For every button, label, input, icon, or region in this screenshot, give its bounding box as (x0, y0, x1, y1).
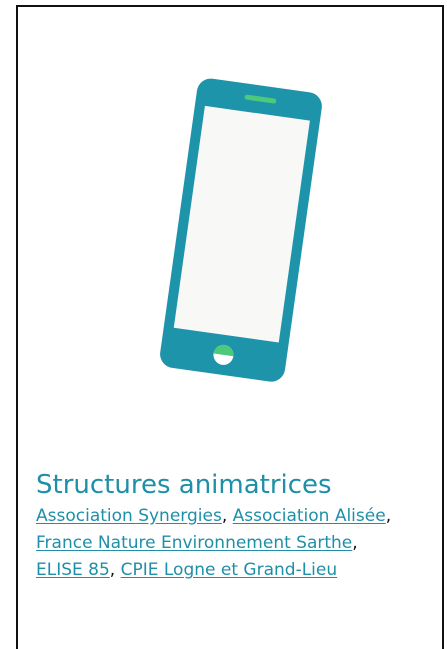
link-separator: , (352, 533, 358, 553)
frame-border-right (442, 5, 444, 649)
link-separator: , (109, 560, 121, 580)
link-separator: , (221, 506, 233, 526)
link-association-synergies[interactable]: Association Synergies (36, 506, 222, 526)
smartphone-icon (160, 78, 322, 382)
smartphone-shape (160, 78, 322, 382)
link-association-alisee[interactable]: Association Alisée (233, 506, 386, 526)
structures-section: Structures animatrices Association Syner… (36, 468, 406, 584)
frame-border-left (16, 5, 18, 649)
section-title: Structures animatrices (36, 470, 332, 500)
frame-border-top (16, 5, 444, 7)
link-france-nature-environnement-sarthe[interactable]: France Nature Environnement Sarthe (36, 533, 352, 553)
link-separator: , (385, 506, 392, 526)
link-cpie-logne-et-grand-lieu[interactable]: CPIE Logne et Grand-Lieu (121, 560, 338, 580)
page: Structures animatrices Association Syner… (0, 0, 447, 649)
structures-links: Association Synergies, Association Alisé… (36, 503, 406, 584)
link-elise-85[interactable]: ELISE 85 (36, 560, 110, 580)
